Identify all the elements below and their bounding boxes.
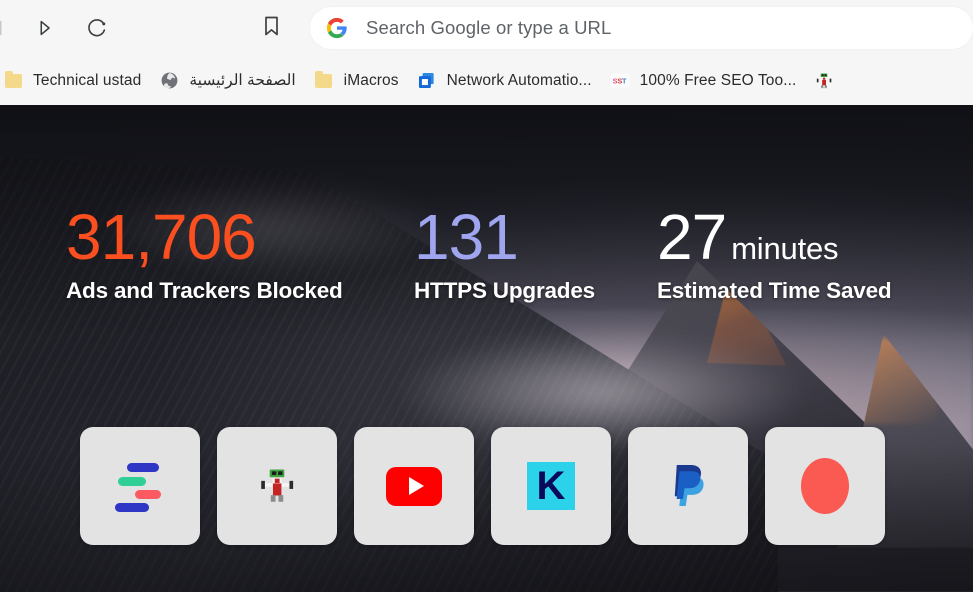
browser-chrome: Search Google or type a URL Technical us… [0,0,973,105]
arrow-left-icon [0,17,9,39]
google-g-icon [326,17,348,39]
letter-k-icon: K [520,455,582,517]
robot-icon [814,71,834,91]
bookmark-item-free-seo-tools[interactable]: S S T 100% Free SEO Too... [601,66,806,96]
paypal-icon [657,455,719,517]
bookmark-icon [262,15,281,42]
folder-icon [3,70,23,91]
stat-estimated-time-saved: 27 minutes Estimated Time Saved [657,201,957,304]
red-circle-icon [794,455,856,517]
new-tab-page: 31,706 Ads and Trackers Blocked 131 HTTP… [0,105,973,592]
arrow-right-icon [33,17,55,39]
robot-icon [246,455,308,517]
reload-button[interactable] [76,8,116,48]
svg-text:T: T [622,77,627,86]
shortcut-tile-youtube[interactable] [354,427,474,545]
globe-icon [159,71,179,91]
shortcut-tile-imacros[interactable] [217,427,337,545]
bookmark-item-imacros[interactable]: iMacros [305,66,408,96]
shortcut-tile-red-circle[interactable] [765,427,885,545]
youtube-icon [383,455,445,517]
colored-bars-icon [109,455,171,517]
stat-value: 131 [414,201,519,273]
stat-https-upgrades: 131 HTTPS Upgrades [414,201,657,304]
reload-icon [85,17,108,40]
forward-button[interactable] [24,8,64,48]
bookmark-label: Network Automatio... [446,71,592,89]
shortcut-tile-paypal[interactable] [628,427,748,545]
stat-value: 31,706 [66,201,257,273]
bookmark-label: الصفحة الرئيسية [189,72,296,89]
bookmark-button[interactable] [254,11,288,45]
bookmark-item-robot[interactable] [805,66,853,96]
bookmark-item-network-automation[interactable]: Network Automatio... [408,66,601,96]
blue-squares-icon [417,71,437,91]
shortcut-tile-bars[interactable] [80,427,200,545]
bookmark-label: Technical ustad [33,71,142,89]
bookmark-item-technical-ustad[interactable]: Technical ustad [0,66,150,96]
bookmark-label: iMacros [343,71,399,89]
browser-window: Search Google or type a URL Technical us… [0,0,973,592]
stat-label: Estimated Time Saved [657,278,892,304]
bookmark-label: 100% Free SEO Too... [639,71,797,89]
back-button[interactable] [0,8,18,48]
top-sites-grid: K [80,427,885,545]
address-bar-placeholder: Search Google or type a URL [366,17,612,38]
sst-icon: S S T [609,71,630,91]
privacy-stats: 31,706 Ads and Trackers Blocked 131 HTTP… [0,201,973,304]
stat-value: 27 [657,201,727,273]
stat-unit: minutes [731,231,839,266]
stat-label: HTTPS Upgrades [414,278,595,304]
browser-toolbar: Search Google or type a URL [0,0,973,56]
stat-ads-trackers-blocked: 31,706 Ads and Trackers Blocked [66,201,414,304]
folder-icon [314,70,334,91]
shortcut-tile-kickstarter[interactable]: K [491,427,611,545]
stat-label: Ads and Trackers Blocked [66,278,343,304]
bookmarks-bar: Technical ustad الصفحة الرئيسية iMacros [0,56,973,105]
address-bar[interactable]: Search Google or type a URL [310,7,973,49]
bookmark-item-arabic-home[interactable]: الصفحة الرئيسية [150,66,304,96]
